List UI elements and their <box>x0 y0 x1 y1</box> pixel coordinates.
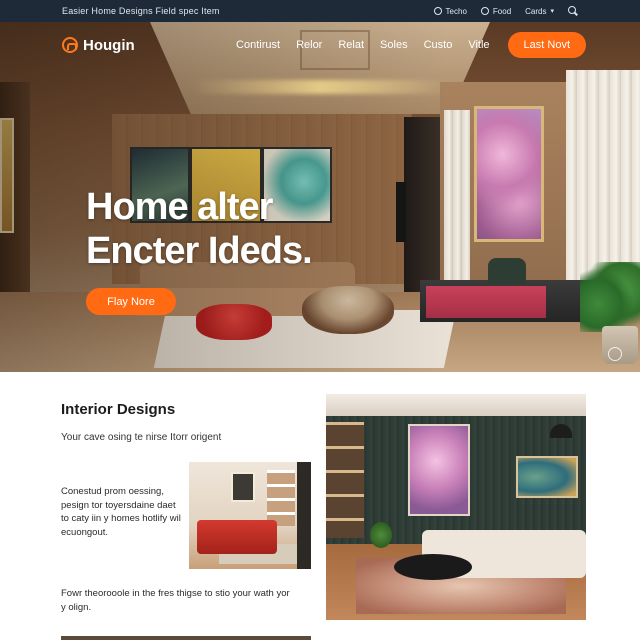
nav-item-soles[interactable]: Soles <box>380 39 408 51</box>
thumbnail-bed <box>197 520 277 554</box>
topbar-item-techo[interactable]: Techo <box>433 6 467 16</box>
hero-title-line: Home alter <box>86 186 273 228</box>
nav-item-relat[interactable]: Relat <box>338 39 364 51</box>
search-icon[interactable] <box>568 6 578 16</box>
section-subtitle: Your cave osing te nirse Itorr origent <box>61 432 222 443</box>
nav-item-contirust[interactable]: Contirust <box>236 39 280 51</box>
feature-map-artwork <box>516 456 578 498</box>
feature-blossom-artwork <box>408 424 470 516</box>
topbar-tagline: Easier Home Designs Field spec Item <box>62 6 220 16</box>
feature-bookshelf <box>326 422 364 538</box>
living-room-feature-image[interactable] <box>326 394 586 620</box>
logo-icon <box>62 37 78 53</box>
location-icon <box>480 7 489 15</box>
section-footer-text: Fowr theorooole in the fres thigse to st… <box>61 588 290 613</box>
hero-title-line: Encter Ideds. <box>86 230 313 272</box>
thumbnail-shelf <box>267 470 295 526</box>
chevron-down-icon: ▾ <box>550 8 554 15</box>
section-title: Interior Designs <box>61 401 176 418</box>
scroll-indicator-icon[interactable] <box>608 347 622 361</box>
logo[interactable]: Hougin <box>62 37 135 54</box>
bedroom-thumbnail-image[interactable] <box>189 462 311 569</box>
feature-plant <box>370 522 392 548</box>
thumbnail-dark-panel <box>297 462 311 569</box>
header-cta-button[interactable]: Last Novt <box>507 32 586 58</box>
nav-item-custo[interactable]: Custo <box>424 39 453 51</box>
thumbnail-artwork <box>231 472 255 502</box>
top-utility-bar: Easier Home Designs Field spec Item Tech… <box>0 0 640 22</box>
topbar-item-cards[interactable]: Cards ▾ <box>525 7 554 16</box>
topbar-item-label: Food <box>492 6 512 16</box>
nav-item-relor[interactable]: Relor <box>296 39 322 51</box>
hero-title: Home alter Encter Ideds. <box>86 185 406 273</box>
compass-icon <box>433 7 442 15</box>
topbar-item-label: Cards <box>525 6 547 16</box>
main-nav: Contirust Relor Relat Soles Custo Vitle <box>135 39 490 51</box>
nav-item-vitle[interactable]: Vitle <box>468 39 489 51</box>
logo-text: Hougin <box>83 36 135 54</box>
section-body-text: Conestud prom oessing, pesign tor toyers… <box>61 486 181 538</box>
hero-cta-button[interactable]: Flay Nore <box>86 288 176 315</box>
next-section-preview <box>61 636 311 640</box>
topbar-item-label: Techo <box>445 6 467 16</box>
feature-coffee-table <box>394 554 472 580</box>
topbar-item-food[interactable]: Food <box>480 6 512 16</box>
feature-ceiling <box>326 394 586 416</box>
site-header: Hougin Contirust Relor Relat Soles Custo… <box>0 22 640 68</box>
topbar-utilities: Techo Food Cards ▾ <box>433 6 578 16</box>
